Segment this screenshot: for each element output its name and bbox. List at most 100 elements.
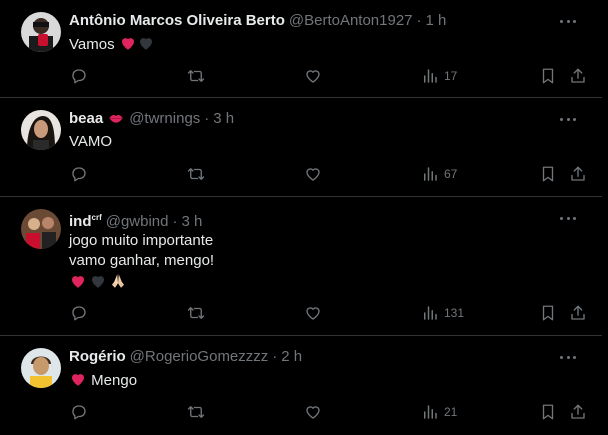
folded-hands-emoji-icon <box>112 274 124 288</box>
bookmark-button[interactable] <box>539 164 557 184</box>
timestamp[interactable]: 1 h <box>426 12 447 29</box>
tweet-text-line: jogo muito importante <box>69 232 214 249</box>
avatar-person-icon <box>21 348 61 388</box>
views-chart-icon <box>424 405 437 419</box>
heart-icon <box>306 168 320 181</box>
kiss-lips-emoji-icon <box>109 115 123 123</box>
tweet-text: Vamos <box>69 34 155 55</box>
reply-icon <box>72 405 86 420</box>
bookmark-button[interactable] <box>539 303 557 323</box>
views-count: 67 <box>444 167 458 181</box>
tweet-text: Mengo <box>69 370 137 391</box>
handle[interactable]: @twrnings <box>129 110 200 127</box>
name-superscript: crf <box>91 213 102 222</box>
share-icon <box>571 166 585 181</box>
like-button[interactable] <box>304 303 322 323</box>
reply-icon <box>72 167 86 182</box>
timestamp[interactable]: 3 h <box>213 110 234 127</box>
retweet-button[interactable] <box>187 303 205 323</box>
tweet[interactable]: indcrf @gwbind · 3 h jogo muito importante … <box>0 197 602 336</box>
views-count: 17 <box>444 69 458 83</box>
bookmark-button[interactable] <box>539 66 557 86</box>
tweet-text: VAMO <box>69 132 112 152</box>
red-heart-emoji-icon <box>121 38 134 50</box>
retweet-icon <box>187 70 205 82</box>
share-button[interactable] <box>569 303 587 323</box>
tweet[interactable]: beaa @twrnings · 3 h VAMO 67 <box>0 98 602 197</box>
avatar[interactable] <box>21 110 61 150</box>
bookmark-icon <box>542 305 554 321</box>
avatar[interactable] <box>21 12 61 52</box>
handle[interactable]: @gwbind <box>106 213 169 230</box>
display-name[interactable]: ind <box>69 213 92 230</box>
red-heart-emoji-icon <box>72 276 84 288</box>
tweet-actions: 131 <box>69 303 602 323</box>
tweet-text-line: VAMO <box>69 133 113 150</box>
reply-button[interactable] <box>70 303 88 323</box>
separator: · <box>272 348 278 365</box>
views-button[interactable]: 21 <box>421 402 457 422</box>
retweet-button[interactable] <box>187 402 205 422</box>
avatar-person-icon <box>21 12 61 52</box>
heart-icon <box>306 406 320 419</box>
views-button[interactable]: 17 <box>421 66 457 86</box>
tweet-text: jogo muito importante vamo ganhar, mengo… <box>69 231 214 291</box>
tweet-actions: 17 <box>69 66 602 86</box>
share-button[interactable] <box>569 402 587 422</box>
bookmark-button[interactable] <box>539 402 557 422</box>
tweet-text-line: vamo ganhar, mengo! <box>69 252 215 269</box>
more-options-icon[interactable] <box>560 210 576 226</box>
more-options-icon[interactable] <box>560 13 576 29</box>
retweet-icon <box>187 406 205 418</box>
avatar[interactable] <box>21 348 61 388</box>
tweet-header: Rogério @RogerioGomezzzz · 2 h <box>69 347 302 367</box>
like-button[interactable] <box>304 164 322 184</box>
views-chart-icon <box>424 306 437 320</box>
more-options-icon[interactable] <box>560 111 576 127</box>
retweet-button[interactable] <box>187 66 205 86</box>
tweet-feed: Antônio Marcos Oliveira Berto @BertoAnton… <box>0 0 608 435</box>
tweet-header: Antônio Marcos Oliveira Berto @BertoAnton… <box>69 11 446 31</box>
heart-icon <box>306 70 320 83</box>
share-button[interactable] <box>569 66 587 86</box>
retweet-icon <box>187 168 205 180</box>
like-button[interactable] <box>304 66 322 86</box>
more-options-icon[interactable] <box>560 349 576 365</box>
share-icon <box>571 404 585 419</box>
views-chart-icon <box>424 69 437 83</box>
share-button[interactable] <box>569 164 587 184</box>
handle[interactable]: @BertoAnton1927 <box>289 12 413 29</box>
views-button[interactable]: 67 <box>421 164 457 184</box>
reply-button[interactable] <box>70 402 88 422</box>
reply-icon <box>72 69 86 84</box>
emoji-row <box>69 271 214 291</box>
retweet-button[interactable] <box>187 164 205 184</box>
separator: · <box>416 12 422 29</box>
tweet-header: indcrf @gwbind · 3 h <box>69 208 203 230</box>
views-count: 131 <box>444 306 465 320</box>
views-count: 21 <box>444 405 458 419</box>
bookmark-icon <box>542 404 554 420</box>
display-name[interactable]: Antônio Marcos Oliveira Berto <box>69 12 285 29</box>
share-icon <box>571 305 585 320</box>
display-name[interactable]: Rogério <box>69 348 126 365</box>
tweet[interactable]: Antônio Marcos Oliveira Berto @BertoAnton… <box>0 0 602 98</box>
avatar-group-icon <box>21 209 61 249</box>
separator: · <box>172 213 178 230</box>
retweet-icon <box>187 307 205 319</box>
timestamp[interactable]: 2 h <box>281 348 302 365</box>
black-heart-emoji-icon <box>92 276 104 288</box>
tweet-text-line: Mengo <box>91 372 138 389</box>
reply-icon <box>72 306 86 321</box>
black-heart-emoji-icon <box>139 38 152 50</box>
heart-icon <box>306 307 320 320</box>
timestamp[interactable]: 3 h <box>182 213 203 230</box>
handle[interactable]: @RogerioGomezzzz <box>130 348 269 365</box>
tweet[interactable]: Rogério @RogerioGomezzzz · 2 h Mengo 21 <box>0 336 602 435</box>
display-name[interactable]: beaa <box>69 110 103 127</box>
like-button[interactable] <box>304 402 322 422</box>
reply-button[interactable] <box>70 164 88 184</box>
views-button[interactable]: 131 <box>421 303 464 323</box>
avatar[interactable] <box>21 209 61 249</box>
reply-button[interactable] <box>70 66 88 86</box>
